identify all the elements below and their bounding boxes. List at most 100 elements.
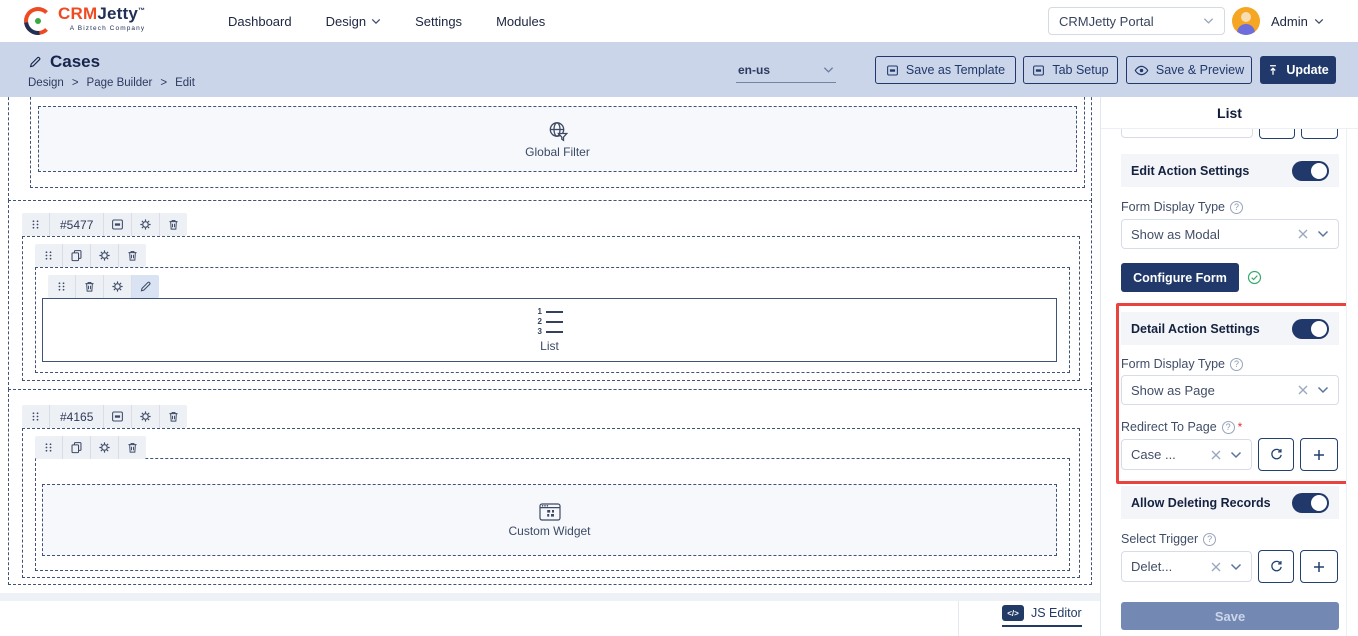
configure-form-button[interactable]: Configure Form: [1121, 263, 1239, 292]
locale-select[interactable]: en-us: [736, 57, 836, 83]
save-button[interactable]: Save: [1121, 602, 1339, 630]
chevron-down-icon: [371, 18, 381, 25]
delete-widget-button[interactable]: [76, 275, 104, 298]
nav-item-modules[interactable]: Modules: [496, 14, 545, 29]
block-settings-button[interactable]: [132, 405, 160, 428]
avatar-person-icon: [1241, 12, 1251, 22]
column-toolbar: [35, 244, 146, 267]
edit-action-settings-row: Edit Action Settings: [1121, 154, 1339, 187]
clear-icon[interactable]: [1210, 561, 1222, 573]
upload-icon: [1267, 64, 1279, 76]
block-settings-button[interactable]: [132, 213, 160, 236]
form-display-type-label: Form Display Type ?: [1121, 357, 1243, 371]
edit-title-pencil-icon[interactable]: [28, 55, 42, 69]
edit-widget-button[interactable]: [132, 275, 159, 298]
panel-scrollbar[interactable]: [1346, 97, 1358, 636]
chevron-down-icon[interactable]: [1230, 563, 1242, 571]
copy-column-button[interactable]: [63, 436, 91, 459]
form-display-type-select[interactable]: Show as Modal: [1121, 219, 1339, 249]
refresh-pages-button[interactable]: [1258, 438, 1294, 471]
copy-icon: [70, 441, 83, 454]
widget-settings-panel: List Edit Action Settings Form Display T…: [1100, 97, 1358, 636]
crmjetty-logo-icon: [24, 7, 52, 35]
trash-icon: [83, 280, 96, 293]
clear-icon[interactable]: [1297, 228, 1309, 240]
custom-widget-label: Custom Widget: [508, 524, 590, 538]
refresh-triggers-button[interactable]: [1258, 550, 1294, 583]
edit-action-settings-toggle[interactable]: [1292, 161, 1329, 181]
list-widget[interactable]: 1 2 3 List: [42, 298, 1057, 362]
drag-handle-icon[interactable]: [48, 275, 76, 298]
tab-setup-icon: [1032, 64, 1045, 77]
detail-form-display-select[interactable]: Show as Page: [1121, 375, 1339, 405]
drag-handle-icon[interactable]: [35, 436, 63, 459]
drag-handle-icon[interactable]: [35, 244, 63, 267]
delete-column-button[interactable]: [119, 436, 146, 459]
save-icon: [111, 410, 124, 423]
widget-settings-button[interactable]: [104, 275, 132, 298]
add-trigger-button[interactable]: [1300, 550, 1338, 583]
brand-tagline: A Biztech Company: [58, 26, 145, 33]
redirect-to-page-select[interactable]: Case ...: [1121, 439, 1252, 470]
save-icon: [886, 64, 899, 77]
breadcrumb-separator: >: [160, 77, 167, 89]
delete-block-button[interactable]: [160, 213, 187, 236]
column-settings-button[interactable]: [91, 436, 119, 459]
clear-icon[interactable]: [1210, 449, 1222, 461]
copy-column-button[interactable]: [63, 244, 91, 267]
gear-icon: [139, 218, 152, 231]
chevron-down-icon[interactable]: [1317, 386, 1329, 394]
chevron-down-icon[interactable]: [1230, 451, 1242, 459]
drag-handle-icon[interactable]: [22, 213, 50, 236]
global-filter-widget[interactable]: Global Filter: [38, 106, 1077, 172]
refresh-icon: [1269, 559, 1284, 574]
save-and-preview-button[interactable]: Save & Preview: [1126, 56, 1252, 84]
gear-icon: [111, 280, 124, 293]
global-filter-icon: [546, 120, 570, 142]
select-trigger-select[interactable]: Delet...: [1121, 551, 1252, 582]
nav-item-dashboard[interactable]: Dashboard: [228, 14, 292, 29]
custom-widget[interactable]: Custom Widget: [42, 484, 1057, 556]
js-editor-button[interactable]: </> JS Editor: [1002, 605, 1082, 627]
allow-deleting-records-toggle[interactable]: [1292, 493, 1329, 513]
clear-icon[interactable]: [1297, 384, 1309, 396]
delete-block-button[interactable]: [160, 405, 187, 428]
breadcrumb-page-builder[interactable]: Page Builder: [87, 77, 153, 89]
trash-icon: [126, 441, 139, 454]
panel-title: List: [1101, 97, 1358, 129]
drag-handle-icon[interactable]: [22, 405, 50, 428]
chevron-down-icon: [1203, 17, 1214, 25]
breadcrumb-design[interactable]: Design: [28, 77, 64, 89]
tab-setup-button[interactable]: Tab Setup: [1023, 56, 1118, 84]
nav-item-design[interactable]: Design: [326, 14, 381, 29]
portal-select[interactable]: CRMJetty Portal: [1048, 7, 1225, 35]
crmjetty-logo[interactable]: CRMJetty™ A Biztech Company: [24, 5, 145, 35]
chevron-down-icon[interactable]: [1317, 230, 1329, 238]
column-settings-button[interactable]: [91, 244, 119, 267]
app-screen: CRMJetty™ A Biztech Company Dashboard De…: [0, 0, 1358, 636]
save-block-button[interactable]: [104, 213, 132, 236]
add-page-button[interactable]: [1300, 438, 1338, 471]
code-icon: </>: [1002, 605, 1024, 621]
configured-check-icon: [1247, 270, 1262, 285]
gear-icon: [98, 249, 111, 262]
page-title: Cases: [50, 52, 100, 72]
help-icon: ?: [1203, 533, 1216, 546]
delete-column-button[interactable]: [119, 244, 146, 267]
gear-icon: [139, 410, 152, 423]
update-button[interactable]: Update: [1260, 56, 1336, 84]
admin-menu[interactable]: Admin: [1271, 0, 1324, 42]
allow-deleting-records-row: Allow Deleting Records: [1121, 486, 1339, 519]
save-as-template-button[interactable]: Save as Template: [875, 56, 1016, 84]
detail-action-settings-toggle[interactable]: [1292, 319, 1329, 339]
block-toolbar: #4165: [22, 405, 187, 428]
page-header: Cases Design > Page Builder > Edit en-us…: [0, 42, 1358, 97]
top-header: CRMJetty™ A Biztech Company Dashboard De…: [0, 0, 1358, 42]
nav-item-settings[interactable]: Settings: [415, 14, 462, 29]
required-asterisk: *: [1238, 420, 1243, 434]
save-block-button[interactable]: [104, 405, 132, 428]
trash-icon: [167, 410, 180, 423]
list-widget-label: List: [540, 339, 559, 353]
brand-name: CRMJetty™: [58, 4, 145, 23]
user-avatar[interactable]: [1232, 7, 1260, 35]
